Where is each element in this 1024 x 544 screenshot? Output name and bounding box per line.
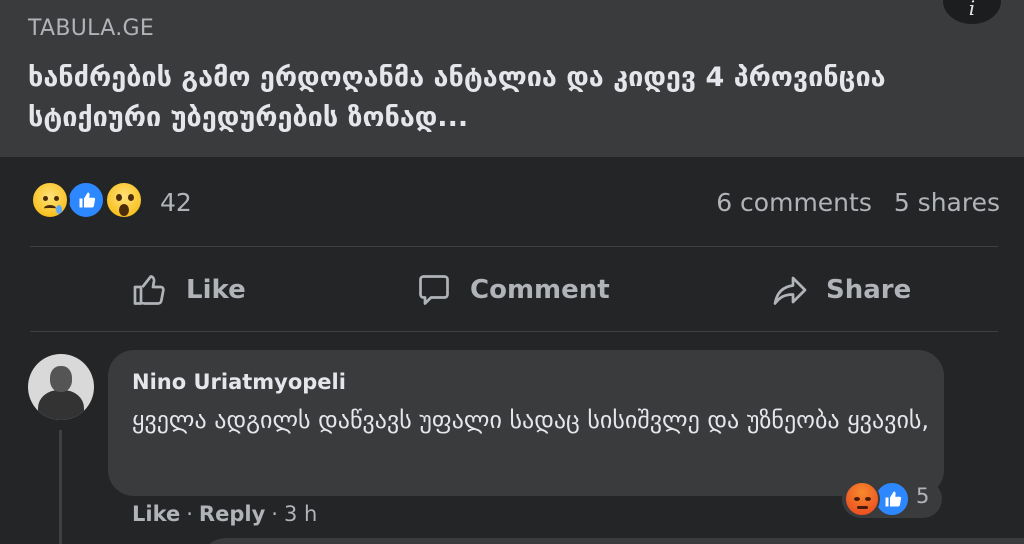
thumbs-up-icon bbox=[133, 275, 165, 305]
link-headline[interactable]: ხანძრების გამო ერდოღანმა ანტალია და კიდე… bbox=[28, 58, 958, 138]
comment-button[interactable]: Comment bbox=[416, 258, 610, 322]
avatar[interactable] bbox=[28, 354, 94, 420]
wow-reaction-icon bbox=[104, 180, 144, 220]
divider bbox=[30, 246, 998, 247]
link-preview-card[interactable]: TABULA.GE ხანძრების გამო ერდოღანმა ანტალ… bbox=[0, 0, 1024, 157]
angry-reaction-icon bbox=[844, 481, 880, 517]
reaction-count[interactable]: 42 bbox=[160, 188, 192, 217]
comment-text: ყველა ადგილს დაწვავს უფალი სადაც სისიშვლ… bbox=[132, 406, 930, 434]
comment-author[interactable]: Nino Uriatmyopeli bbox=[132, 370, 346, 394]
comment-bubble: Nino Uriatmyopeli ყველა ადგილს დაწვავს უ… bbox=[108, 350, 944, 496]
like-label: Like bbox=[186, 275, 246, 305]
comment-reply-button[interactable]: Reply bbox=[199, 502, 265, 526]
comment-reaction-count: 5 bbox=[916, 484, 930, 508]
sad-reaction-icon bbox=[30, 180, 70, 220]
comments-count[interactable]: 6 comments bbox=[716, 188, 872, 217]
link-source: TABULA.GE bbox=[28, 16, 155, 41]
thread-line bbox=[59, 430, 62, 544]
info-icon[interactable]: i bbox=[943, 0, 1001, 24]
divider bbox=[30, 331, 998, 332]
next-comment-bubble bbox=[200, 538, 1024, 544]
share-icon bbox=[773, 276, 807, 305]
comment-label: Comment bbox=[470, 275, 610, 305]
like-reaction-icon bbox=[66, 180, 106, 220]
comment-timestamp[interactable]: 3 h bbox=[284, 502, 317, 526]
post-actions: Like Comment Share bbox=[30, 258, 998, 322]
comment-actions: Like · Reply · 3 h bbox=[132, 502, 318, 526]
shares-count[interactable]: 5 shares bbox=[894, 188, 1000, 217]
comment-reactions[interactable]: 5 bbox=[842, 480, 942, 518]
comment-like-button[interactable]: Like bbox=[132, 502, 180, 526]
share-label: Share bbox=[826, 275, 912, 305]
comment-icon bbox=[419, 275, 449, 305]
share-button[interactable]: Share bbox=[772, 258, 911, 322]
reactions-summary[interactable]: 42 6 comments 5 shares bbox=[30, 180, 1000, 228]
like-button[interactable]: Like bbox=[132, 258, 246, 322]
